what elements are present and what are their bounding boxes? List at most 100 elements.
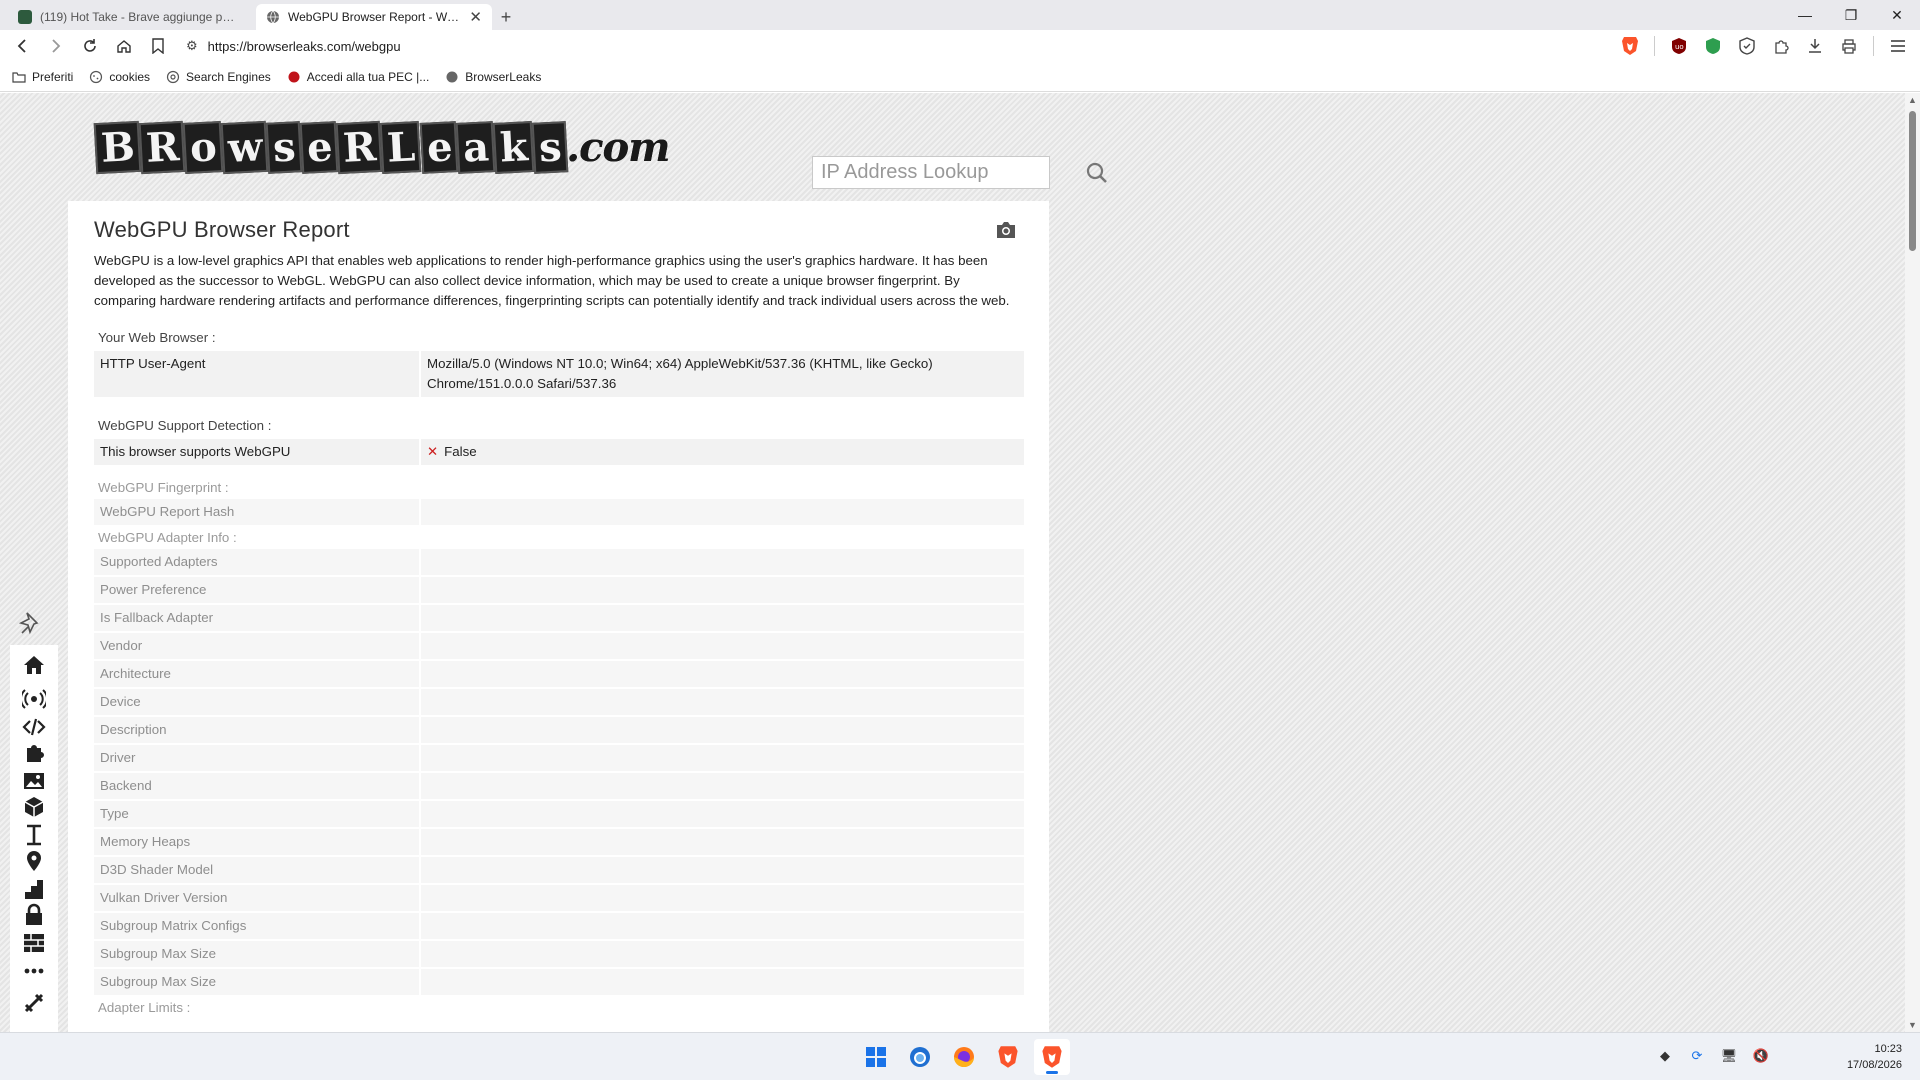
bookmark-preferiti[interactable]: Preferiti (12, 70, 73, 84)
cookie-icon (90, 70, 103, 83)
downloads-button[interactable] (1801, 32, 1829, 60)
home-icon[interactable] (20, 651, 48, 679)
address-bar[interactable]: ⚙ https://browserleaks.com/webgpu (178, 32, 1610, 60)
restore-button[interactable]: ❐ (1828, 0, 1874, 30)
scrollbar-thumb[interactable] (1909, 111, 1916, 251)
bookmark-browserleaks[interactable]: BrowserLeaks (445, 70, 541, 84)
side-toolbar (10, 609, 58, 1032)
page-viewport: BRowseRLeaks.com WebGPU Browser Report W… (0, 93, 1905, 1032)
tab-strip: (119) Hot Take - Brave aggiunge prote We… (0, 0, 1920, 30)
home-button[interactable] (110, 32, 138, 60)
row-value (421, 633, 1024, 661)
row-value (421, 717, 1024, 745)
page-scrollbar[interactable]: ▲ ▼ (1905, 93, 1920, 1032)
row-key: Description (94, 717, 421, 745)
code-icon[interactable] (20, 713, 48, 741)
taskbar-app-firefox[interactable] (946, 1039, 982, 1075)
text-cursor-icon[interactable] (20, 821, 48, 849)
site-settings-icon[interactable]: ⚙ (186, 38, 198, 54)
ublock-extension[interactable]: uo (1665, 32, 1693, 60)
shield-outline-icon (1739, 37, 1755, 55)
ip-lookup-input[interactable] (821, 161, 1086, 184)
fingerprint-table: WebGPU Report Hash (94, 499, 1024, 527)
row-key: Supported Adapters (94, 549, 421, 577)
row-value (421, 885, 1024, 913)
lock-icon[interactable] (20, 901, 48, 929)
support-status: False (444, 444, 477, 459)
back-button[interactable] (8, 32, 36, 60)
row-key: Driver (94, 745, 421, 773)
scroll-up-icon[interactable]: ▲ (1908, 95, 1917, 105)
brave-lion-icon (1042, 1046, 1062, 1068)
extensions-button[interactable] (1767, 32, 1795, 60)
wireless-icon[interactable] (20, 685, 48, 713)
volume-muted-icon[interactable]: 🔇 (1752, 1047, 1770, 1065)
taskbar-app-brave-active[interactable] (1034, 1039, 1070, 1075)
minimize-button[interactable]: — (1782, 0, 1828, 30)
brave-shields-button[interactable] (1616, 32, 1644, 60)
bookmark-label: BrowserLeaks (465, 69, 542, 84)
taskbar-app-brave[interactable] (990, 1039, 1026, 1075)
tray-app-icon[interactable]: ◆ (1656, 1047, 1674, 1065)
cross-icon: ✕ (427, 444, 439, 459)
row-key: Type (94, 801, 421, 829)
table-row: Vulkan Driver Version (94, 885, 1024, 913)
new-tab-button[interactable]: + (492, 4, 520, 30)
print-button[interactable] (1835, 32, 1863, 60)
taskbar-app-thunderbird[interactable] (902, 1039, 938, 1075)
camera-icon[interactable] (995, 220, 1017, 240)
bookmark-search-engines[interactable]: Search Engines (166, 70, 271, 84)
reload-button[interactable] (76, 32, 104, 60)
system-tray: ◆ ⟳ 🖥 🔇 (1656, 1047, 1770, 1065)
pin-icon[interactable] (18, 609, 46, 637)
windows-logo-icon (866, 1047, 886, 1067)
support-table: This browser supports WebGPU ✕ False (94, 439, 1024, 467)
row-key: Backend (94, 773, 421, 801)
row-key: Vendor (94, 633, 421, 661)
row-value (421, 689, 1024, 717)
section-header-fingerprint: WebGPU Fingerprint : (98, 480, 229, 495)
signal-icon[interactable] (20, 875, 48, 903)
adapter-table: Supported Adapters Power Preference Is F… (94, 549, 1024, 997)
tab-hot-take[interactable]: (119) Hot Take - Brave aggiunge prote (8, 4, 248, 30)
reload-icon (84, 39, 96, 52)
cube-icon[interactable] (20, 793, 48, 821)
tools-icon[interactable] (20, 989, 48, 1017)
close-window-button[interactable]: ✕ (1874, 0, 1920, 30)
tab-webgpu[interactable]: WebGPU Browser Report - WebGPU ✕ (256, 4, 492, 30)
network-icon[interactable]: 🖥 (1720, 1047, 1738, 1065)
browserleaks-logo[interactable]: B Ro w s e R Le a k s .co m (93, 116, 670, 178)
url-text: https://browserleaks.com/webgpu (207, 38, 401, 54)
puzzle-icon[interactable] (20, 739, 48, 767)
more-icon[interactable] (20, 957, 48, 985)
forward-button[interactable] (42, 32, 70, 60)
scroll-down-icon[interactable]: ▼ (1908, 1020, 1917, 1030)
row-value (421, 661, 1024, 689)
browser-table: HTTP User-Agent Mozilla/5.0 (Windows NT … (94, 351, 1024, 399)
table-row: This browser supports WebGPU ✕ False (94, 439, 1024, 467)
bookmark-button[interactable] (144, 32, 172, 60)
bookmark-pec[interactable]: Accedi alla tua PEC |... (287, 70, 429, 84)
location-pin-icon[interactable] (20, 847, 48, 875)
close-tab-icon[interactable]: ✕ (469, 8, 482, 26)
search-icon[interactable] (1086, 158, 1108, 188)
window-controls: — ❐ ✕ (1782, 0, 1920, 30)
privacy-extension[interactable] (1733, 32, 1761, 60)
start-button[interactable] (858, 1039, 894, 1075)
table-row: Power Preference (94, 577, 1024, 605)
row-key: Subgroup Matrix Configs (94, 913, 421, 941)
globe-icon (267, 10, 279, 24)
row-value (421, 773, 1024, 801)
bookmark-cookies[interactable]: cookies (89, 70, 150, 84)
shield-extension[interactable] (1699, 32, 1727, 60)
image-icon[interactable] (20, 767, 48, 795)
row-value (421, 499, 1024, 527)
row-key: Subgroup Max Size (94, 969, 421, 997)
bookmarks-bar: Preferiti cookies Search Engines Accedi … (0, 62, 1920, 92)
taskbar-apps (858, 1039, 1070, 1075)
clock[interactable]: 10:23 17/08/2026 (1847, 1041, 1902, 1073)
firewall-icon[interactable] (20, 929, 48, 957)
menu-button[interactable] (1884, 32, 1912, 60)
tray-sync-icon[interactable]: ⟳ (1688, 1047, 1706, 1065)
row-key: Subgroup Max Size (94, 941, 421, 969)
